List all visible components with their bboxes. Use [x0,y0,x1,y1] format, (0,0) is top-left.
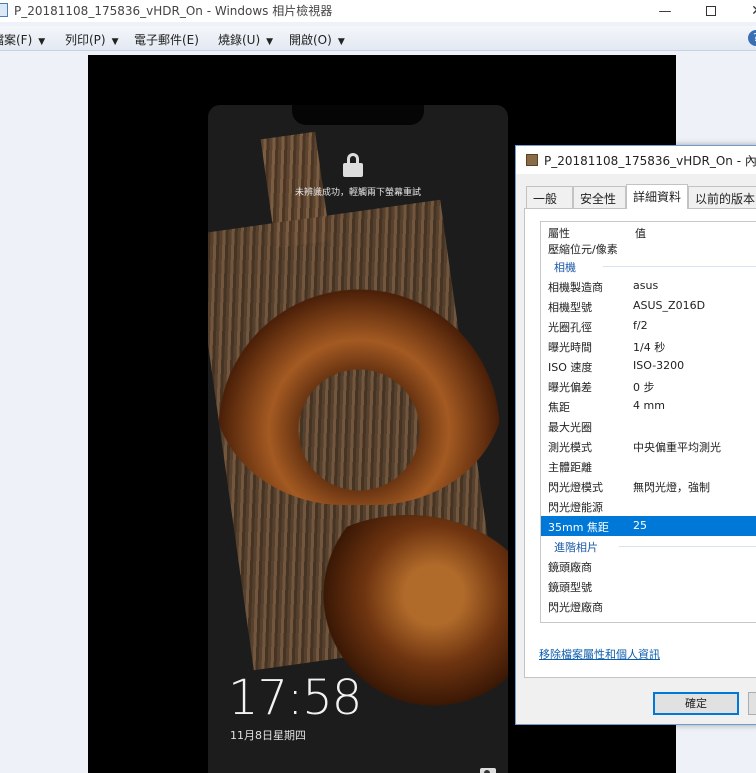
list-item[interactable]: 壓縮位元/像素 [548,241,618,257]
cancel-button[interactable] [748,692,756,715]
property-value: ISO-3200 [633,359,685,372]
property-value: 4 mm [633,399,665,412]
tab-previous-versions[interactable]: 以前的版本 [688,186,756,208]
dialog-tabs: 一般 安全性 詳細資料 以前的版本 [524,184,756,209]
phone-notch [292,105,424,125]
minimize-button[interactable]: — [642,0,688,22]
list-item[interactable]: 閃光燈能源 [541,496,756,516]
window-title: P_20181108_175836_vHDR_On - Windows 相片檢視… [14,4,333,18]
ok-button[interactable]: 確定 [653,692,739,715]
group-label: 相機 [554,261,576,274]
property-value: 無閃光燈，強制 [633,481,710,494]
property-name: 35mm 焦距 [548,521,609,534]
list-item[interactable]: 焦距 4 mm [541,396,756,416]
chevron-down-icon: ▼ [111,37,119,47]
phone-screen-photo: 未辨識成功，輕觸兩下螢幕重試 17:58 11月8日星期四 [208,105,508,773]
property-name: 鏡頭廠商 [548,561,592,574]
properties-dialog: P_20181108_175836_vHDR_On - 內容 一般 安全性 詳細… [515,145,756,725]
property-name: 鏡頭型號 [548,581,592,594]
list-item[interactable]: 相機製造商 asus [541,276,756,296]
list-item[interactable]: 曝光時間 1/4 秒 [541,336,756,356]
list-item[interactable]: 閃光燈廠商 [541,596,756,616]
property-name: 焦距 [548,401,570,414]
list-item[interactable]: 最大光圈 [541,416,756,436]
property-name: 光圈孔徑 [548,321,592,334]
help-icon[interactable]: ? [748,30,756,46]
property-name: 最大光圈 [548,421,592,434]
list-item[interactable]: 曝光偏差 0 步 [541,376,756,396]
property-name: 曝光偏差 [548,381,592,394]
details-panel: 屬性 值 壓縮位元/像素 相機 相機製造商 asus 相機型號 ASUS_Z016D… [524,208,756,678]
group-advanced-photo: 進階相片 [541,536,756,556]
property-value: 1/4 秒 [633,341,666,354]
menu-burn-label: 燒錄(U) [218,33,261,47]
lockscreen-date: 11月8日星期四 [230,729,306,742]
maximize-icon [706,6,716,16]
dialog-title-bar: P_20181108_175836_vHDR_On - 內容 [516,146,756,174]
lock-message: 未辨識成功，輕觸兩下螢幕重試 [294,188,421,198]
chevron-down-icon: ▼ [337,37,345,47]
column-property[interactable]: 屬性 [548,225,570,241]
menu-bar: 檔案(F) ▼ 列印(P) ▼ 電子郵件(E) 燒錄(U) ▼ 開啟(O) ▼ ? [0,26,756,51]
menu-burn[interactable]: 燒錄(U) ▼ [218,31,273,48]
list-item-selected[interactable]: 35mm 焦距 25 [541,516,756,536]
property-value: 0 步 [633,381,655,394]
column-value[interactable]: 值 [635,225,646,241]
property-value: ASUS_Z016D [633,299,706,312]
property-list[interactable]: 屬性 值 壓縮位元/像素 相機 相機製造商 asus 相機型號 ASUS_Z016D… [540,221,756,623]
croissant-top [214,255,504,505]
menu-email[interactable]: 電子郵件(E) [134,31,199,48]
property-name: 測光模式 [548,441,592,454]
group-camera: 相機 [541,256,756,276]
lock-icon [343,153,363,177]
property-name: 曝光時間 [548,341,592,354]
window-title-bar: P_20181108_175836_vHDR_On - Windows 相片檢視… [0,0,756,22]
property-name: 閃光燈廠商 [548,601,603,614]
dialog-title: P_20181108_175836_vHDR_On - 內容 [544,154,756,168]
list-item[interactable]: 相機型號 ASUS_Z016D [541,296,756,316]
list-header: 屬性 值 壓縮位元/像素 [541,222,756,256]
file-icon [526,154,538,166]
property-value: 中央偏重平均測光 [633,441,721,454]
menu-email-label: 電子郵件(E) [134,33,199,47]
list-item[interactable]: ISO 速度 ISO-3200 [541,356,756,376]
list-item[interactable]: 測光模式 中央偏重平均測光 [541,436,756,456]
property-name: 閃光燈能源 [548,501,603,514]
maximize-button[interactable] [688,0,734,22]
camera-icon [480,768,496,773]
property-name: 閃光燈模式 [548,481,603,494]
list-item[interactable]: 主體距離 [541,456,756,476]
menu-print[interactable]: 列印(P) ▼ [65,31,119,48]
property-name: ISO 速度 [548,361,593,374]
property-value: f/2 [633,319,648,332]
property-name: 相機製造商 [548,281,603,294]
property-value: 25 [633,519,647,532]
group-label: 進階相片 [554,541,598,554]
lockscreen-clock: 17:58 [228,670,362,726]
property-value: asus [633,279,659,292]
menu-print-label: 列印(P) [65,33,106,47]
property-name: 主體距離 [548,461,592,474]
list-item[interactable]: 鏡頭型號 [541,576,756,596]
chevron-down-icon: ▼ [38,37,46,47]
photo-viewer-icon [0,3,8,17]
list-item[interactable]: 鏡頭廠商 [541,556,756,576]
property-name: 相機型號 [548,301,592,314]
close-button[interactable]: ✕ [734,0,756,22]
remove-properties-link[interactable]: 移除檔案屬性和個人資訊 [539,646,660,662]
menu-file-label: 檔案(F) [0,33,33,47]
list-item[interactable]: 光圈孔徑 f/2 [541,316,756,336]
menu-open[interactable]: 開啟(O) ▼ [289,31,345,48]
list-item[interactable]: 閃光燈模式 無閃光燈，強制 [541,476,756,496]
menu-file[interactable]: 檔案(F) ▼ [0,31,45,48]
tab-security[interactable]: 安全性 [573,186,626,208]
chevron-down-icon: ▼ [266,37,274,47]
tab-details[interactable]: 詳細資料 [626,184,688,209]
menu-open-label: 開啟(O) [289,33,332,47]
tab-general[interactable]: 一般 [526,186,573,208]
